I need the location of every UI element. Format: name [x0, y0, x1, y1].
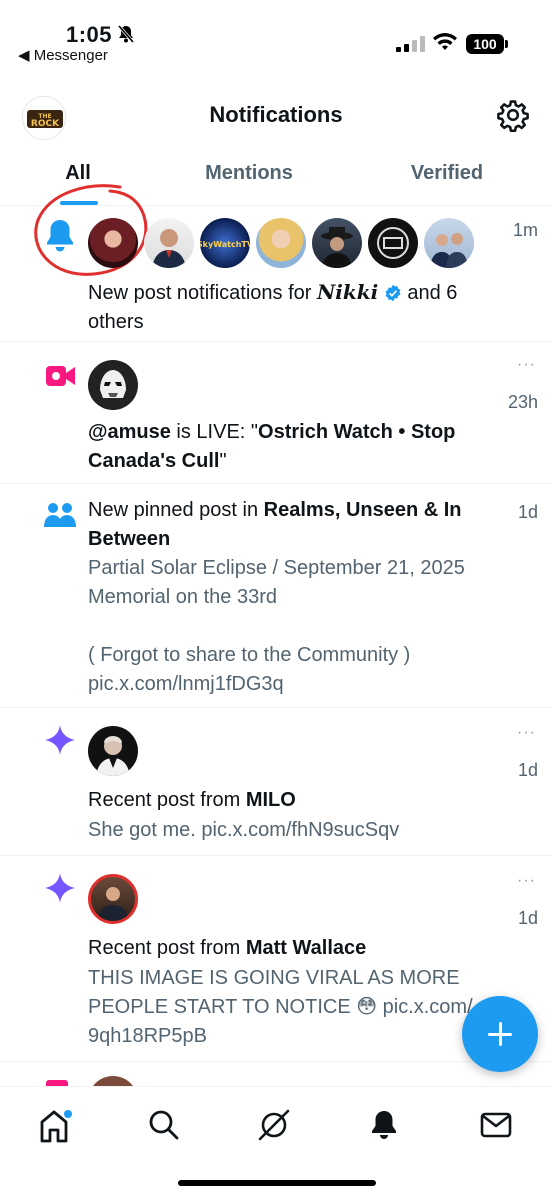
search-icon[interactable] [144, 1105, 184, 1145]
avatar[interactable] [88, 874, 138, 924]
status-bar: 1:05 ◀ Messenger 100 [0, 0, 552, 70]
avatar-row [88, 360, 138, 410]
bell-off-icon [117, 25, 135, 43]
more-options-icon[interactable]: ··· [517, 724, 536, 742]
tab-mentions[interactable]: Mentions [156, 150, 342, 205]
messages-icon[interactable] [476, 1105, 516, 1145]
avatar[interactable] [88, 360, 138, 410]
notification-text: @amuse is LIVE: "Ostrich Watch • Stop Can… [88, 421, 456, 472]
wifi-icon [433, 33, 457, 50]
avatar[interactable] [424, 218, 474, 268]
avatar[interactable] [88, 218, 138, 268]
avatar[interactable] [88, 726, 138, 776]
battery-indicator: 100 [466, 34, 508, 54]
notification-text: Recent post from MILO [88, 789, 296, 811]
avatar[interactable] [144, 218, 194, 268]
avatar-row [88, 726, 138, 776]
app-header: THE ROCK Notifications [0, 88, 552, 144]
tab-label: Mentions [205, 162, 293, 184]
avatar[interactable] [312, 218, 362, 268]
live-video-icon [46, 366, 75, 386]
post-preview: She got me. pic.x.com/fhN9sucSqv [88, 819, 400, 841]
home-indicator [178, 1180, 376, 1186]
tab-verified[interactable]: Verified [342, 150, 552, 205]
timestamp: 1d [517, 502, 538, 522]
signal-icon [396, 36, 428, 52]
sparkle-icon [45, 873, 75, 903]
notification-text: New post notifications for 𝑵𝒊𝒌𝒌𝒊 and 6 o… [88, 280, 458, 333]
post-preview: Partial Solar Eclipse / September 21, 20… [88, 554, 522, 699]
timestamp: 1d [517, 908, 538, 928]
sparkle-icon [45, 725, 75, 755]
notification-item[interactable]: ··· 1d Recent post from MILO She got me.… [0, 708, 552, 856]
timestamp: 1d [517, 760, 538, 780]
notification-item[interactable]: ··· 23h @amuse is LIVE: "Ostrich Watch •… [0, 342, 552, 484]
tab-label: All [65, 162, 91, 184]
timestamp: 1m [512, 220, 538, 240]
notification-item[interactable]: 1d New pinned post in Realms, Unseen & I… [0, 484, 552, 708]
avatar[interactable] [256, 218, 306, 268]
avatar[interactable]: SkyWatchTV [200, 218, 250, 268]
avatar[interactable] [368, 218, 418, 268]
home-icon[interactable] [34, 1105, 74, 1145]
more-options-icon[interactable]: ··· [517, 872, 536, 890]
community-icon [44, 503, 76, 527]
timestamp: 23h [507, 392, 538, 412]
clock: 1:05 [66, 22, 113, 47]
post-link[interactable]: pic.x.com/lnmj1fDG3q [88, 670, 522, 699]
avatar-label: SkyWatchTV [200, 240, 250, 249]
page-title: Notifications [209, 102, 343, 127]
grok-icon[interactable] [254, 1105, 294, 1145]
avatar-row [88, 874, 138, 924]
verified-badge-icon [385, 284, 401, 302]
gear-icon[interactable] [496, 98, 530, 132]
notification-item[interactable]: SkyWatchTV 1m New post notifications for… [0, 184, 552, 342]
notification-text: Recent post from Matt Wallace [88, 937, 367, 959]
notifications-bell-icon[interactable] [364, 1105, 404, 1145]
avatar-row: SkyWatchTV [88, 218, 474, 268]
notifications-list: SkyWatchTV 1m New post notifications for… [0, 184, 552, 1106]
back-to-messenger[interactable]: ◀ Messenger [18, 46, 108, 64]
compose-plus-button[interactable] [462, 996, 538, 1072]
more-options-icon[interactable]: ··· [517, 356, 536, 374]
tab-label: Verified [410, 162, 484, 184]
user-name: 𝑵𝒊𝒌𝒌𝒊 [317, 280, 379, 304]
notification-text: New pinned post in Realms, Unseen & In Be… [88, 499, 462, 550]
